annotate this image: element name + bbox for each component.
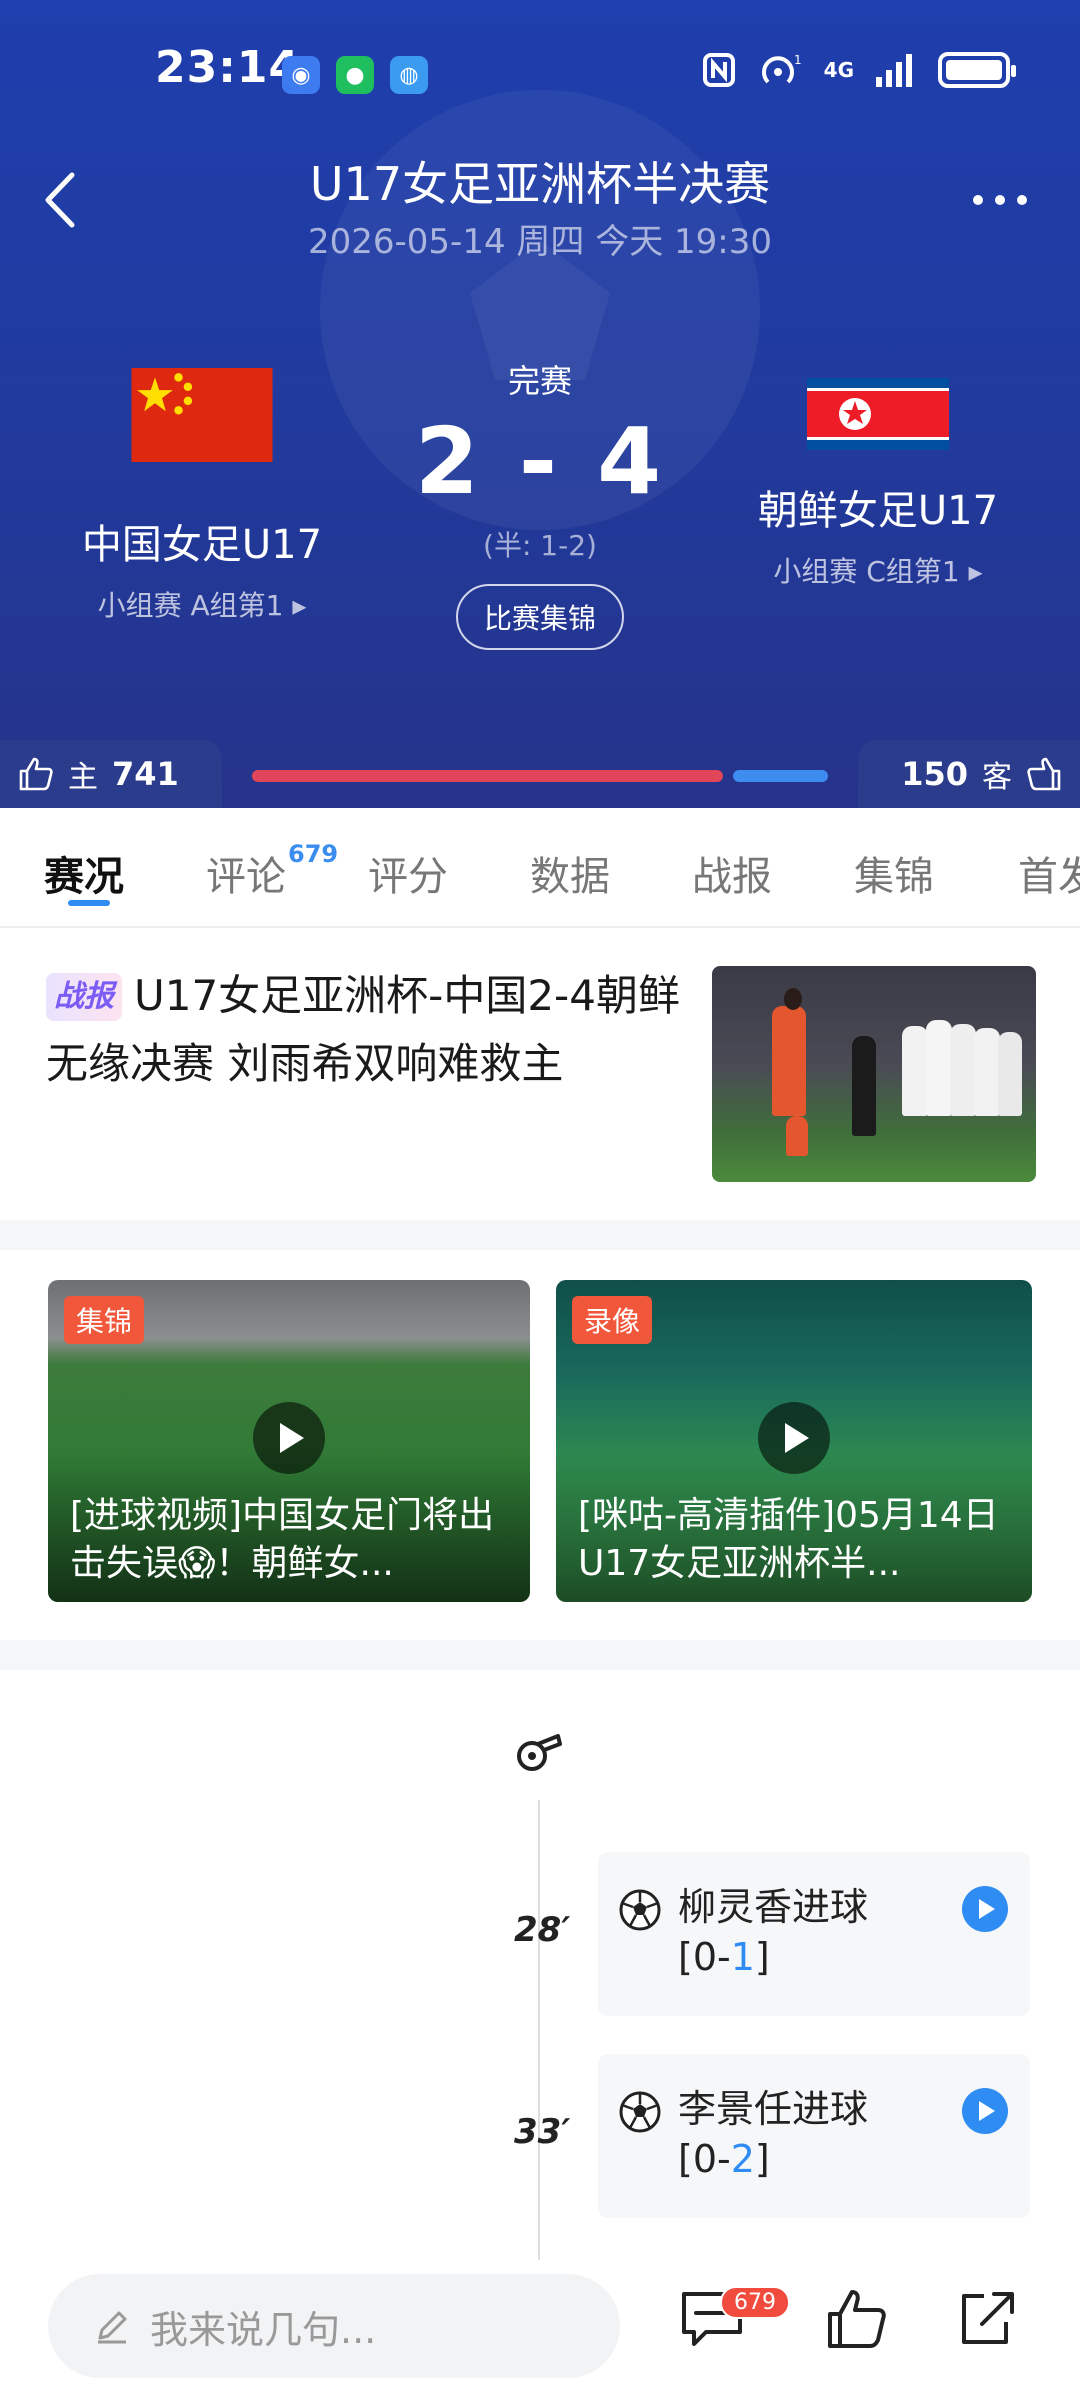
match-header: 23:14 ◉ ● ◍ 1 4G U17女足亚洲杯半决赛 2026-05-14 … — [0, 0, 1080, 808]
section-divider — [0, 1220, 1080, 1250]
thumbs-up-icon — [1027, 757, 1061, 791]
section-divider — [0, 1640, 1080, 1670]
play-icon — [758, 1402, 830, 1474]
share-icon[interactable] — [956, 2288, 1018, 2350]
like-icon[interactable] — [826, 2288, 888, 2350]
match-report-card[interactable]: 战报 U17女足亚洲杯-中国2-4朝鲜无缘决赛 刘雨希双响难救主 — [0, 928, 1080, 1220]
event-score: [0-1] — [678, 1935, 770, 1979]
event-score: [0-2] — [678, 2137, 770, 2181]
away-vote-label: 客 — [982, 760, 1012, 795]
match-score: 2 - 4 — [414, 408, 666, 515]
match-title: U17女足亚洲杯半决赛 — [309, 157, 771, 211]
tab-report[interactable]: 战报 — [692, 844, 772, 902]
comment-count-badge: 679 — [720, 2286, 790, 2319]
news-thumbnail — [712, 966, 1036, 1182]
match-tabs: 赛况 评论679 评分 数据 战报 集锦 首发 — [0, 808, 1080, 928]
security-app-icon: ◉ — [282, 56, 320, 94]
play-video-icon[interactable] — [962, 2088, 1008, 2134]
event-text: 李景任进球 [0-2] — [678, 2084, 868, 2184]
report-tag: 战报 — [46, 973, 122, 1021]
timeline-line — [538, 1800, 540, 2260]
home-vote-button[interactable]: 主 741 — [0, 740, 222, 808]
tab-overview[interactable]: 赛况 — [44, 844, 124, 902]
soccer-ball-icon — [619, 1889, 661, 1931]
tab-ratings[interactable]: 评分 — [368, 844, 448, 902]
svg-text:1: 1 — [794, 53, 802, 67]
home-vote-share — [252, 770, 723, 782]
tab-comments[interactable]: 评论679 — [206, 840, 338, 902]
tab-lineup[interactable]: 首发 — [1018, 844, 1080, 902]
tab-highlights[interactable]: 集锦 — [854, 844, 934, 902]
home-team-rank: 小组赛 A组第1 ▸ — [97, 589, 307, 622]
highlights-button[interactable]: 比赛集锦 — [456, 584, 624, 650]
home-vote-count: 741 — [112, 755, 179, 793]
goal-event[interactable]: 柳灵香进球 [0-1] — [598, 1852, 1030, 2016]
hotspot-icon: 1 — [761, 53, 802, 84]
news-headline: U17女足亚洲杯-中国2-4朝鲜无缘决赛 刘雨希双响难救主 — [46, 971, 680, 1088]
event-text: 柳灵香进球 [0-1] — [678, 1882, 868, 1982]
battery-icon — [938, 52, 1016, 88]
soccer-ball-icon — [619, 2091, 661, 2133]
event-minute: 33′ — [514, 2112, 571, 2152]
goal-scorer: 李景任进球 — [678, 2087, 869, 2131]
half-time-score: (半: 1-2) — [483, 529, 597, 562]
video-badge: 录像 — [572, 1296, 653, 1344]
event-minute: 28′ — [514, 1910, 571, 1950]
pencil-icon — [98, 2311, 127, 2344]
match-datetime: 2026-05-14 周四 今天 19:30 — [308, 222, 772, 262]
support-vote-bar: 主 741 150 客 — [0, 740, 1080, 808]
news-headline-block: 战报 U17女足亚洲杯-中国2-4朝鲜无缘决赛 刘雨希双响难救主 — [46, 962, 696, 1098]
video-badge: 集锦 — [64, 1296, 145, 1344]
play-icon — [253, 1402, 325, 1474]
network-type: 4G — [823, 58, 854, 82]
status-time: 23:14 — [155, 42, 301, 93]
nfc-icon — [702, 53, 735, 87]
comment-input[interactable]: 我来说几句... — [48, 2274, 620, 2378]
away-vote-count: 150 — [901, 755, 968, 793]
goal-scorer: 柳灵香进球 — [678, 1885, 869, 1929]
thumbs-up-icon — [19, 757, 53, 791]
away-vote-share — [733, 770, 828, 782]
home-vote-label: 主 — [68, 760, 98, 795]
status-bar: 23:14 ◉ ● ◍ 1 4G — [0, 0, 1080, 150]
video-title: [咪咕-高清插件]05月14日 U17女足亚洲杯半... — [578, 1495, 999, 1584]
bottom-action-bar: 我来说几句... 679 — [0, 2260, 1080, 2400]
match-events-timeline: 28′ 柳灵香进球 [0-1] 33′ 李景任进球 [0-2] — [0, 1670, 1080, 2260]
wechat-icon: ● — [336, 56, 374, 94]
video-card[interactable]: 集锦 [进球视频]中国女足门将出击失误😱！朝鲜女... — [48, 1280, 530, 1602]
active-tab-indicator — [68, 900, 110, 906]
goal-event[interactable]: 李景任进球 [0-2] — [598, 2054, 1030, 2218]
comment-placeholder: 我来说几句... — [150, 2307, 377, 2352]
play-video-icon[interactable] — [962, 1886, 1008, 1932]
video-card[interactable]: 录像 [咪咕-高清插件]05月14日 U17女足亚洲杯半... — [556, 1280, 1032, 1602]
match-status: 完赛 — [507, 362, 572, 400]
whistle-icon — [517, 1734, 562, 1771]
comments-count-badge: 679 — [288, 839, 339, 868]
browser-icon: ◍ — [390, 56, 428, 94]
video-title: [进球视频]中国女足门将出击失误😱！朝鲜女... — [70, 1495, 495, 1584]
video-section: 集锦 [进球视频]中国女足门将出击失误😱！朝鲜女... 录像 [咪咕-高清插件]… — [0, 1250, 1080, 1640]
signal-icon — [876, 54, 912, 87]
away-vote-button[interactable]: 150 客 — [858, 740, 1080, 808]
tab-stats[interactable]: 数据 — [530, 844, 610, 902]
